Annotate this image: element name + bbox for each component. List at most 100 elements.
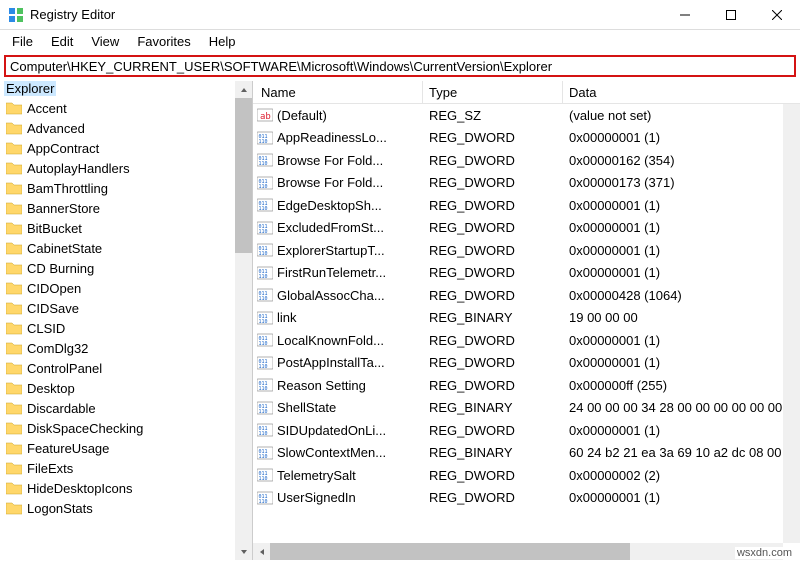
tree-item[interactable]: DiskSpaceChecking — [0, 418, 252, 438]
values-panel[interactable]: Name Type Data (Default)REG_SZ(value not… — [253, 81, 800, 560]
address-bar[interactable]: Computer\HKEY_CURRENT_USER\SOFTWARE\Micr… — [4, 55, 796, 77]
tree-item[interactable]: Discardable — [0, 398, 252, 418]
tree-item[interactable]: CLSID — [0, 318, 252, 338]
menubar: File Edit View Favorites Help — [0, 30, 800, 52]
tree-item[interactable]: CabinetState — [0, 238, 252, 258]
value-name: TelemetrySalt — [277, 468, 356, 483]
scroll-down-button[interactable] — [235, 543, 252, 560]
binary-value-icon — [257, 265, 273, 281]
binary-value-icon — [257, 220, 273, 236]
value-row[interactable]: (Default)REG_SZ(value not set) — [253, 104, 800, 127]
value-type: REG_DWORD — [429, 333, 515, 348]
value-row[interactable]: UserSignedIn REG_DWORD 0x00000001 (1) — [253, 487, 800, 510]
tree-item-label: Advanced — [27, 121, 85, 136]
menu-file[interactable]: File — [4, 32, 41, 51]
tree-item-label: AppContract — [27, 141, 99, 156]
menu-view[interactable]: View — [83, 32, 127, 51]
binary-value-icon — [257, 377, 273, 393]
value-row[interactable]: ExplorerStartupT...REG_DWORD0x00000001 (… — [253, 239, 800, 262]
tree-item[interactable]: ControlPanel — [0, 358, 252, 378]
value-name: Browse For Fold... — [277, 175, 383, 190]
binary-value-icon — [257, 310, 273, 326]
menu-edit[interactable]: Edit — [43, 32, 81, 51]
binary-value-icon — [257, 130, 273, 146]
column-data[interactable]: Data — [563, 81, 800, 103]
value-type: REG_DWORD — [429, 220, 515, 235]
tree-item[interactable]: Accent — [0, 98, 252, 118]
value-row[interactable]: ExcludedFromSt...REG_DWORD0x00000001 (1) — [253, 217, 800, 240]
tree-scrollbar[interactable] — [235, 81, 252, 560]
value-data: 0x00000001 (1) — [569, 490, 660, 505]
folder-icon — [6, 221, 22, 235]
close-button[interactable] — [754, 0, 800, 30]
tree-item[interactable]: FeatureUsage — [0, 438, 252, 458]
value-row[interactable]: FirstRunTelemetr...REG_DWORD0x00000001 (… — [253, 262, 800, 285]
value-row[interactable]: SIDUpdatedOnLi...REG_DWORD0x00000001 (1) — [253, 419, 800, 442]
value-type: REG_DWORD — [429, 490, 515, 505]
value-type: REG_DWORD — [429, 468, 515, 483]
value-name: UserSignedIn — [277, 490, 356, 505]
value-row[interactable]: LocalKnownFold...REG_DWORD0x00000001 (1) — [253, 329, 800, 352]
column-name[interactable]: Name — [253, 81, 423, 103]
tree-item-label: Discardable — [27, 401, 96, 416]
value-row[interactable]: Browse For Fold...REG_DWORD0x00000173 (3… — [253, 172, 800, 195]
tree-item[interactable]: CIDSave — [0, 298, 252, 318]
address-text: Computer\HKEY_CURRENT_USER\SOFTWARE\Micr… — [10, 59, 552, 74]
value-name: LocalKnownFold... — [277, 333, 384, 348]
tree-selected-node[interactable]: Explorer — [4, 81, 56, 96]
tree-item-label: DiskSpaceChecking — [27, 421, 143, 436]
tree-item[interactable]: BitBucket — [0, 218, 252, 238]
binary-value-icon — [257, 242, 273, 258]
folder-icon — [6, 501, 22, 515]
scroll-up-button[interactable] — [235, 81, 252, 98]
tree-item[interactable]: LogonStats — [0, 498, 252, 518]
value-type: REG_DWORD — [429, 198, 515, 213]
tree-item[interactable]: ComDlg32 — [0, 338, 252, 358]
maximize-button[interactable] — [708, 0, 754, 30]
watermark: wsxdn.com — [735, 547, 794, 559]
value-row[interactable]: ShellStateREG_BINARY24 00 00 00 34 28 00… — [253, 397, 800, 420]
value-name: ShellState — [277, 400, 336, 415]
tree-item[interactable]: BannerStore — [0, 198, 252, 218]
folder-icon — [6, 361, 22, 375]
tree-item[interactable]: FileExts — [0, 458, 252, 478]
column-type[interactable]: Type — [423, 81, 563, 103]
value-data: (value not set) — [569, 108, 651, 123]
scroll-left-button[interactable] — [253, 543, 270, 560]
tree-item-label: Accent — [27, 101, 67, 116]
tree-item[interactable]: Advanced — [0, 118, 252, 138]
tree-item[interactable]: BamThrottling — [0, 178, 252, 198]
tree-item[interactable]: AutoplayHandlers — [0, 158, 252, 178]
tree-panel[interactable]: Explorer Accent Advanced AppContract Autopl… — [0, 81, 253, 560]
tree-item[interactable]: CIDOpen — [0, 278, 252, 298]
tree-item[interactable]: AppContract — [0, 138, 252, 158]
folder-icon — [6, 341, 22, 355]
value-row[interactable]: SlowContextMen...REG_BINARY60 24 b2 21 e… — [253, 442, 800, 465]
value-name: FirstRunTelemetr... — [277, 265, 386, 280]
tree-item-label: BannerStore — [27, 201, 100, 216]
menu-help[interactable]: Help — [201, 32, 244, 51]
value-row[interactable]: TelemetrySaltREG_DWORD0x00000002 (2) — [253, 464, 800, 487]
tree-item-label: BamThrottling — [27, 181, 108, 196]
value-row[interactable]: linkREG_BINARY19 00 00 00 — [253, 307, 800, 330]
values-hscrollbar[interactable] — [253, 543, 783, 560]
tree-item[interactable]: Desktop — [0, 378, 252, 398]
tree-item-label: FeatureUsage — [27, 441, 109, 456]
tree-item-label: ControlPanel — [27, 361, 102, 376]
value-row[interactable]: PostAppInstallTa...REG_DWORD0x00000001 (… — [253, 352, 800, 375]
hscroll-thumb[interactable] — [270, 543, 630, 560]
menu-favorites[interactable]: Favorites — [129, 32, 198, 51]
value-row[interactable]: EdgeDesktopSh...REG_DWORD0x00000001 (1) — [253, 194, 800, 217]
values-vscrollbar[interactable] — [783, 104, 800, 543]
tree-item-label: Desktop — [27, 381, 75, 396]
tree-item-label: FileExts — [27, 461, 73, 476]
tree-item[interactable]: CD Burning — [0, 258, 252, 278]
value-row[interactable]: GlobalAssocCha...REG_DWORD0x00000428 (10… — [253, 284, 800, 307]
minimize-button[interactable] — [662, 0, 708, 30]
value-row[interactable]: Reason SettingREG_DWORD0x000000ff (255) — [253, 374, 800, 397]
scroll-thumb[interactable] — [235, 98, 252, 253]
value-row[interactable]: Browse For Fold...REG_DWORD0x00000162 (3… — [253, 149, 800, 172]
value-row[interactable]: AppReadinessLo...REG_DWORD0x00000001 (1) — [253, 127, 800, 150]
tree-item[interactable]: HideDesktopIcons — [0, 478, 252, 498]
folder-icon — [6, 161, 22, 175]
